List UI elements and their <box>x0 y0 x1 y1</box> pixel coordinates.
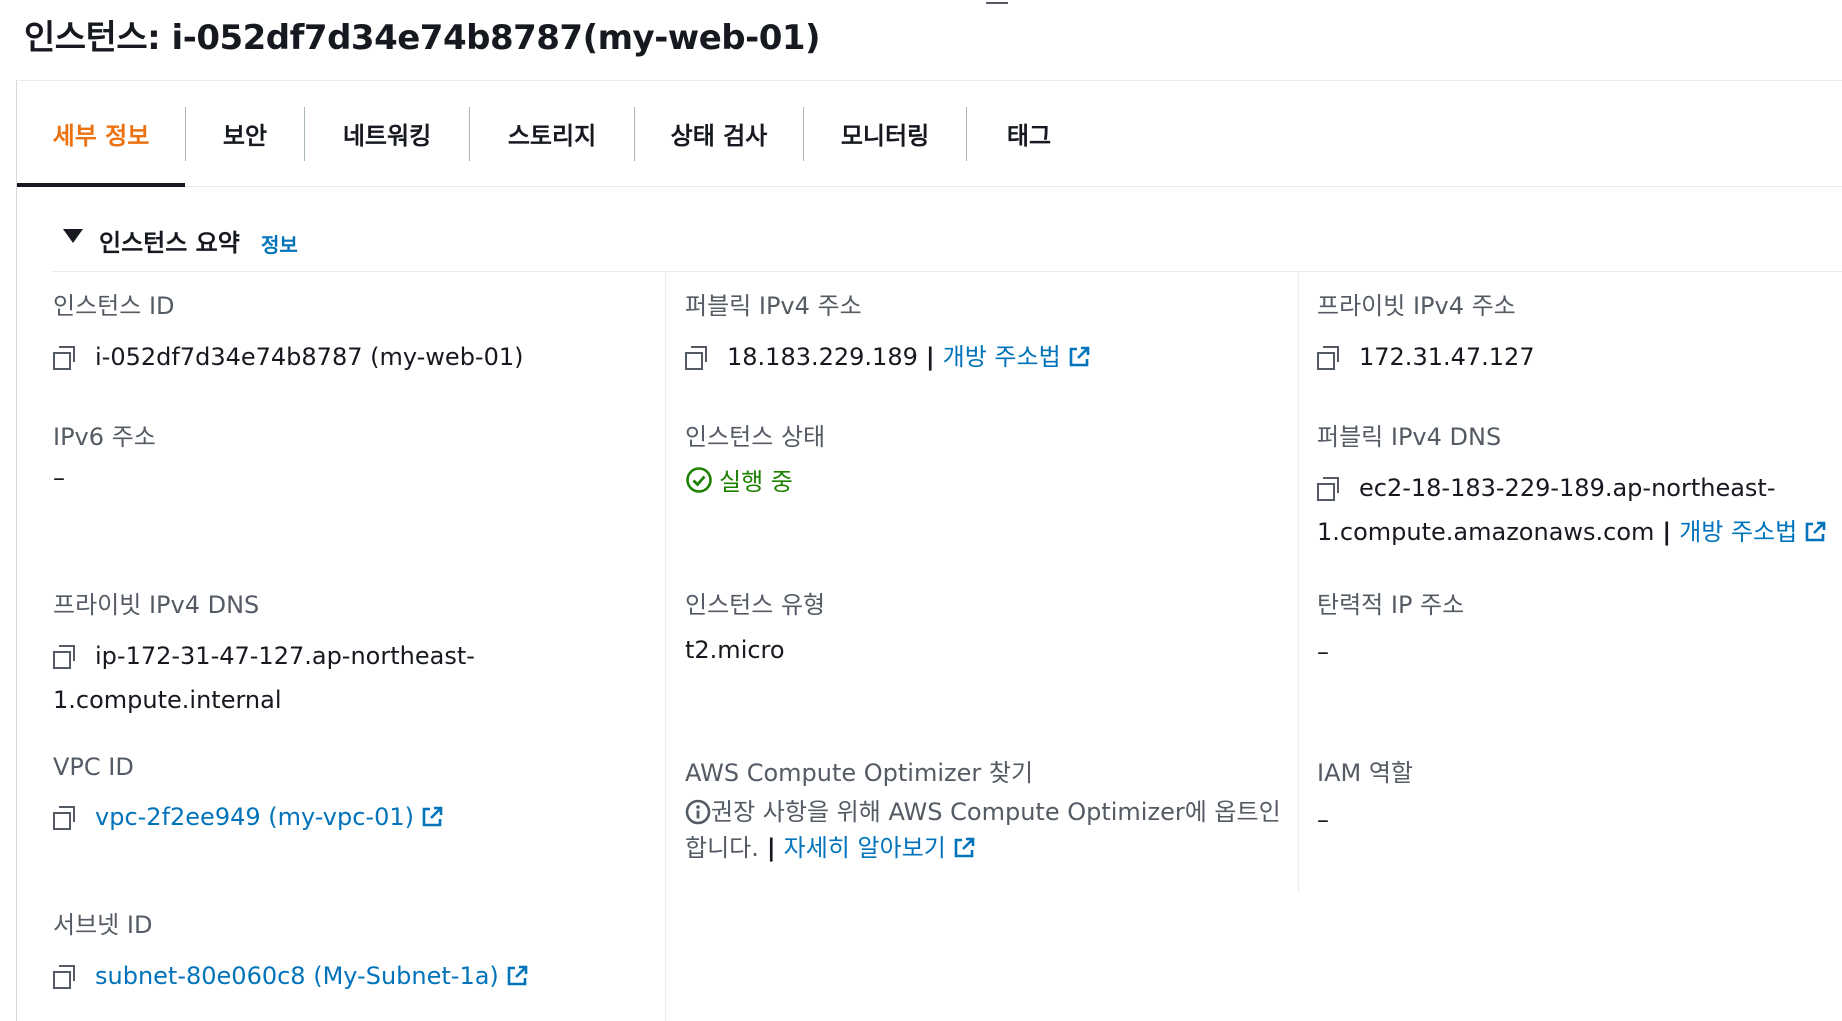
field-ipv6: IPv6 주소 – <box>53 417 156 500</box>
info-link[interactable]: 정보 <box>261 229 298 258</box>
field-label: 인스턴스 유형 <box>685 591 826 619</box>
field-private-dns: 프라이빗 IPv4 DNS ip-172-31-47-127.ap-northe… <box>53 585 475 722</box>
copy-icon[interactable] <box>53 346 75 370</box>
check-circle-icon <box>686 466 712 493</box>
section-title[interactable]: 인스턴스 요약 <box>99 223 240 258</box>
field-label: 프라이빗 IPv4 주소 <box>1317 292 1516 320</box>
tab-details[interactable]: 세부 정보 <box>17 81 185 187</box>
field-private-ipv4: 프라이빗 IPv4 주소 172.31.47.127 <box>1317 286 1535 379</box>
ipv6-value: – <box>53 464 65 492</box>
top-drag-handle <box>986 2 1008 4</box>
open-address-link[interactable]: 개방 주소법 <box>1679 510 1797 554</box>
elastic-ip-value: – <box>1317 638 1329 666</box>
subnet-id-link[interactable]: subnet-80e060c8 (My-Subnet-1a) <box>95 954 499 998</box>
pipe-separator: | <box>925 343 935 371</box>
field-label: VPC ID <box>53 753 134 781</box>
external-link-icon[interactable] <box>1803 520 1827 544</box>
copy-icon[interactable] <box>1317 477 1339 501</box>
iam-role-value: – <box>1317 806 1329 834</box>
field-label: 퍼블릭 IPv4 주소 <box>685 292 862 320</box>
field-vpc-id: VPC ID vpc-2f2ee949 (my-vpc-01) <box>53 753 444 839</box>
field-public-ipv4: 퍼블릭 IPv4 주소 18.183.229.189 | 개방 주소법 <box>685 286 1091 379</box>
public-dns-value-line1: ec2-18-183-229-189.ap-northeast- <box>1359 474 1776 502</box>
tab-tags[interactable]: 태그 <box>967 81 1091 186</box>
copy-icon[interactable] <box>53 645 75 669</box>
field-label: IPv6 주소 <box>53 423 156 451</box>
column-divider <box>1298 272 1299 892</box>
column-divider <box>665 272 666 1021</box>
optimizer-message-line2: 합니다. <box>685 834 759 862</box>
instance-state-status: 실행 중 <box>685 462 825 497</box>
field-label: 서브넷 ID <box>53 911 153 939</box>
instance-state-value: 실행 중 <box>719 468 793 496</box>
field-subnet-id: 서브넷 ID subnet-80e060c8 (My-Subnet-1a) <box>53 905 529 998</box>
optimizer-message-line1: 권장 사항을 위해 AWS Compute Optimizer에 옵트인 <box>711 798 1281 826</box>
field-instance-id: 인스턴스 ID i-052df7d34e74b8787 (my-web-01) <box>53 286 523 379</box>
external-link-icon[interactable] <box>420 805 444 829</box>
learn-more-link[interactable]: 자세히 알아보기 <box>784 830 946 866</box>
private-ipv4-value: 172.31.47.127 <box>1359 343 1535 371</box>
instance-type-value: t2.micro <box>685 636 785 664</box>
field-label: IAM 역할 <box>1317 759 1413 787</box>
public-dns-value-line2: 1.compute.amazonaws.com <box>1317 518 1655 546</box>
info-circle-icon <box>685 799 711 825</box>
field-instance-type: 인스턴스 유형 t2.micro <box>685 585 825 672</box>
public-ipv4-value: 18.183.229.189 <box>727 343 918 371</box>
field-label: 인스턴스 ID <box>53 292 175 320</box>
field-label: 탄력적 IP 주소 <box>1317 591 1465 619</box>
section-divider <box>51 271 1842 272</box>
field-public-dns: 퍼블릭 IPv4 DNS ec2-18-183-229-189.ap-north… <box>1317 417 1827 554</box>
field-instance-state: 인스턴스 상태 실행 중 <box>685 417 825 497</box>
copy-icon[interactable] <box>1317 346 1339 370</box>
copy-icon[interactable] <box>685 346 707 370</box>
external-link-icon[interactable] <box>1067 345 1091 369</box>
tab-monitoring[interactable]: 모니터링 <box>804 81 966 186</box>
external-link-icon[interactable] <box>952 836 976 860</box>
private-dns-value-line2: 1.compute.internal <box>53 686 282 714</box>
pipe-separator: | <box>1662 518 1672 546</box>
tab-bar: 세부 정보 보안 네트워킹 스토리지 상태 검사 모니터링 태그 <box>17 81 1842 187</box>
copy-icon[interactable] <box>53 965 75 989</box>
pipe-separator: | <box>766 834 776 862</box>
field-label: 인스턴스 상태 <box>685 423 826 451</box>
field-label: AWS Compute Optimizer 찾기 <box>685 759 1034 787</box>
copy-icon[interactable] <box>53 806 75 830</box>
field-iam-role: IAM 역할 – <box>1317 753 1413 842</box>
page-title: 인스턴스: i-052df7d34e74b8787(my-web-01) <box>24 18 821 58</box>
tab-security[interactable]: 보안 <box>186 81 304 186</box>
field-label: 프라이빗 IPv4 DNS <box>53 591 260 619</box>
instance-details-panel: 세부 정보 보안 네트워킹 스토리지 상태 검사 모니터링 태그 인스턴스 요약… <box>16 80 1842 1021</box>
field-label: 퍼블릭 IPv4 DNS <box>1317 423 1502 451</box>
tab-storage[interactable]: 스토리지 <box>470 81 634 186</box>
tab-networking[interactable]: 네트워킹 <box>305 81 469 186</box>
tab-status-checks[interactable]: 상태 검사 <box>635 81 803 186</box>
external-link-icon[interactable] <box>505 964 529 988</box>
instance-id-value: i-052df7d34e74b8787 (my-web-01) <box>95 343 524 371</box>
vpc-id-link[interactable]: vpc-2f2ee949 (my-vpc-01) <box>95 795 414 839</box>
field-elastic-ip: 탄력적 IP 주소 – <box>1317 585 1464 674</box>
private-dns-value-line1: ip-172-31-47-127.ap-northeast- <box>95 642 475 670</box>
caret-down-icon[interactable] <box>63 229 83 243</box>
open-address-link[interactable]: 개방 주소법 <box>943 335 1061 379</box>
field-compute-optimizer: AWS Compute Optimizer 찾기 권장 사항을 위해 AWS C… <box>685 753 1281 866</box>
